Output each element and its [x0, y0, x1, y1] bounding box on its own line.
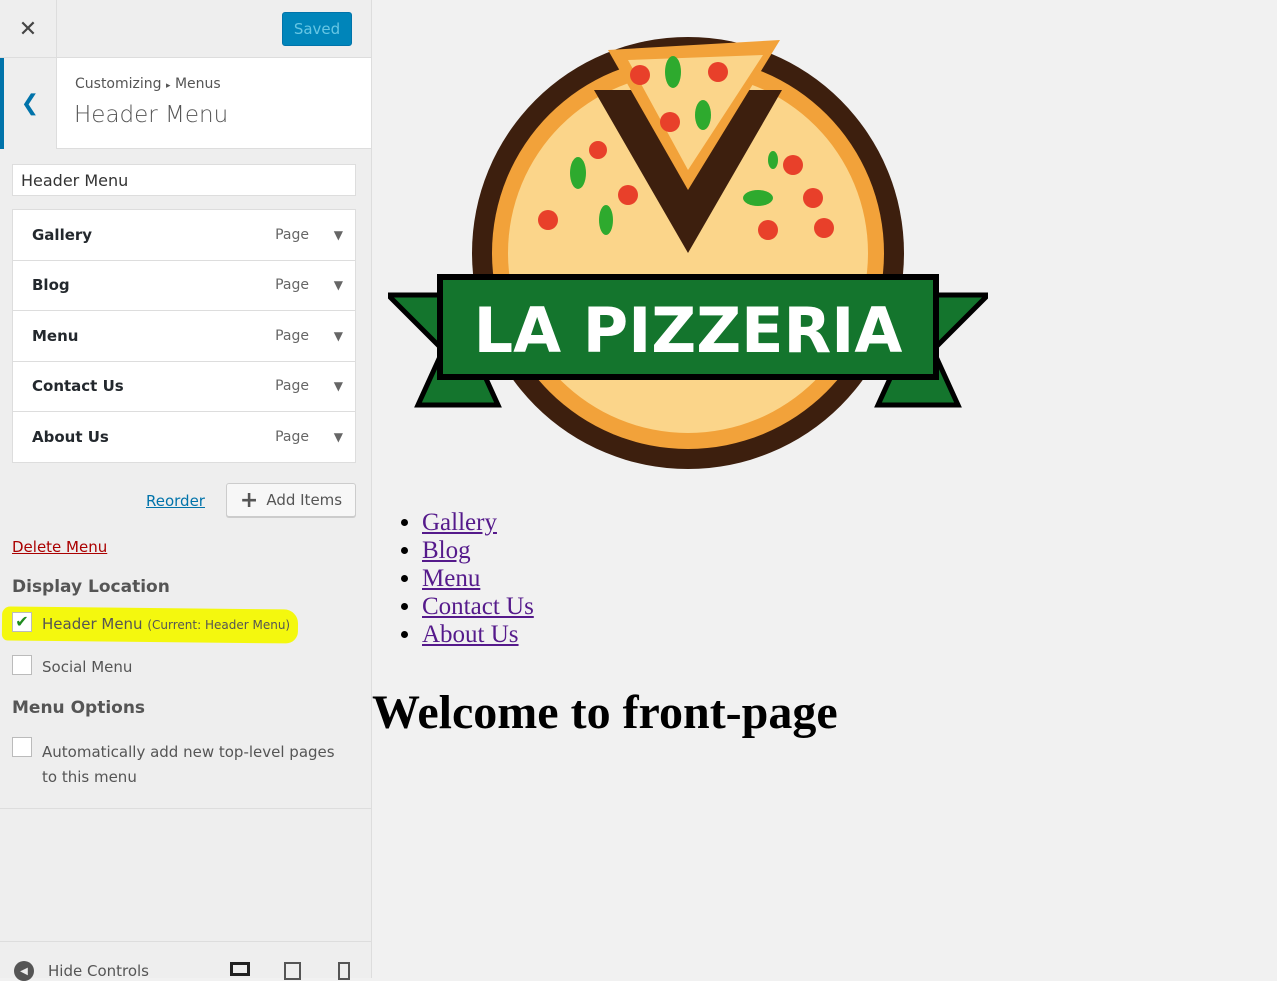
header-menu-checkbox[interactable]: ✔	[12, 612, 32, 632]
menu-item[interactable]: Gallery Page ▼	[12, 209, 356, 261]
menu-item[interactable]: Contact Us Page ▼	[12, 360, 356, 412]
location-label: Header Menu	[42, 615, 143, 633]
nav-item: About Us	[422, 621, 534, 649]
customizer-sidebar: ✕ Saved ❮ Customizing ▸ Menus Header Men…	[0, 0, 372, 981]
auto-add-label: Automatically add new top-level pages to…	[42, 743, 335, 786]
plus-icon: +	[239, 487, 259, 513]
delete-menu-link[interactable]: Delete Menu	[12, 538, 107, 556]
nav-item: Menu	[422, 565, 534, 593]
menu-item-type: Page	[275, 378, 309, 395]
dropdown-arrow-icon[interactable]: ▼	[334, 278, 343, 292]
tablet-preview-icon[interactable]	[284, 962, 301, 980]
add-items-label: Add Items	[266, 491, 343, 509]
site-nav: Gallery Blog Menu Contact Us About Us	[422, 509, 534, 649]
menu-item-label: Gallery	[32, 225, 93, 244]
logo-text: LA PIZZERIA	[474, 294, 903, 367]
nav-item: Blog	[422, 537, 534, 565]
menu-options-heading: Menu Options	[12, 698, 146, 718]
menu-items-list: Gallery Page ▼ Blog Page ▼ Menu Page ▼ Contact…	[12, 209, 356, 463]
nav-link-blog[interactable]: Blog	[422, 537, 471, 564]
mobile-preview-icon[interactable]	[338, 962, 350, 980]
dropdown-arrow-icon[interactable]: ▼	[334, 228, 343, 242]
top-bar: ✕ Saved	[0, 0, 371, 58]
social-menu-checkbox[interactable]	[12, 655, 32, 675]
nav-link-contact-us[interactable]: Contact Us	[422, 593, 534, 620]
nav-link-gallery[interactable]: Gallery	[422, 509, 497, 536]
nav-link-menu[interactable]: Menu	[422, 565, 480, 592]
menu-item[interactable]: About Us Page ▼	[12, 411, 356, 463]
breadcrumb-root: Customizing	[75, 76, 162, 92]
menu-item-type: Page	[275, 226, 309, 243]
back-chevron-icon[interactable]: ❮	[0, 58, 57, 149]
breadcrumb-current: Menus	[174, 76, 221, 92]
header-menu-location-label: Header Menu (Current: Header Menu)	[42, 615, 290, 633]
menu-item[interactable]: Blog Page ▼	[12, 259, 356, 311]
dropdown-arrow-icon[interactable]: ▼	[334, 379, 343, 393]
close-icon[interactable]: ✕	[0, 0, 57, 58]
menu-item-type: Page	[275, 327, 309, 344]
collapse-arrow-icon: ◀	[14, 961, 34, 981]
menu-item-label: About Us	[32, 427, 109, 446]
hide-controls-button[interactable]: ◀ Hide Controls	[14, 961, 149, 981]
hide-controls-label: Hide Controls	[48, 962, 150, 980]
menu-item[interactable]: Menu Page ▼	[12, 310, 356, 362]
breadcrumb-separator: ▸	[165, 81, 171, 91]
display-location-heading: Display Location	[12, 577, 170, 597]
desktop-preview-icon[interactable]	[230, 962, 250, 976]
menu-item-type: Page	[275, 428, 309, 445]
social-menu-location-label: Social Menu	[42, 658, 133, 676]
dropdown-arrow-icon[interactable]: ▼	[334, 430, 343, 444]
add-items-button[interactable]: + Add Items	[226, 483, 356, 517]
reorder-link[interactable]: Reorder	[146, 492, 205, 510]
page-heading: Welcome to front-page	[372, 686, 838, 739]
dropdown-arrow-icon[interactable]: ▼	[334, 329, 343, 343]
nav-item: Contact Us	[422, 593, 534, 621]
menu-item-label: Menu	[32, 326, 79, 345]
menu-name-input[interactable]	[12, 164, 356, 196]
menu-item-type: Page	[275, 277, 309, 294]
la-pizzeria-logo: LA PIZZERIA	[388, 37, 988, 469]
page-title: Header Menu	[74, 102, 229, 128]
breadcrumb: Customizing ▸ Menus	[75, 76, 221, 92]
saved-button[interactable]: Saved	[282, 12, 352, 46]
site-preview: LA PIZZERIA Gallery Blog Menu Contact Us…	[372, 0, 1277, 978]
nav-link-about-us[interactable]: About Us	[422, 621, 519, 648]
location-note: (Current: Header Menu)	[147, 618, 291, 632]
divider	[0, 808, 372, 809]
menu-item-label: Blog	[32, 276, 70, 295]
auto-add-checkbox[interactable]	[12, 737, 32, 757]
menu-item-label: Contact Us	[32, 377, 124, 396]
footer-bar: ◀ Hide Controls	[0, 941, 372, 981]
nav-item: Gallery	[422, 509, 534, 537]
section-header: ❮ Customizing ▸ Menus Header Menu	[0, 58, 371, 149]
